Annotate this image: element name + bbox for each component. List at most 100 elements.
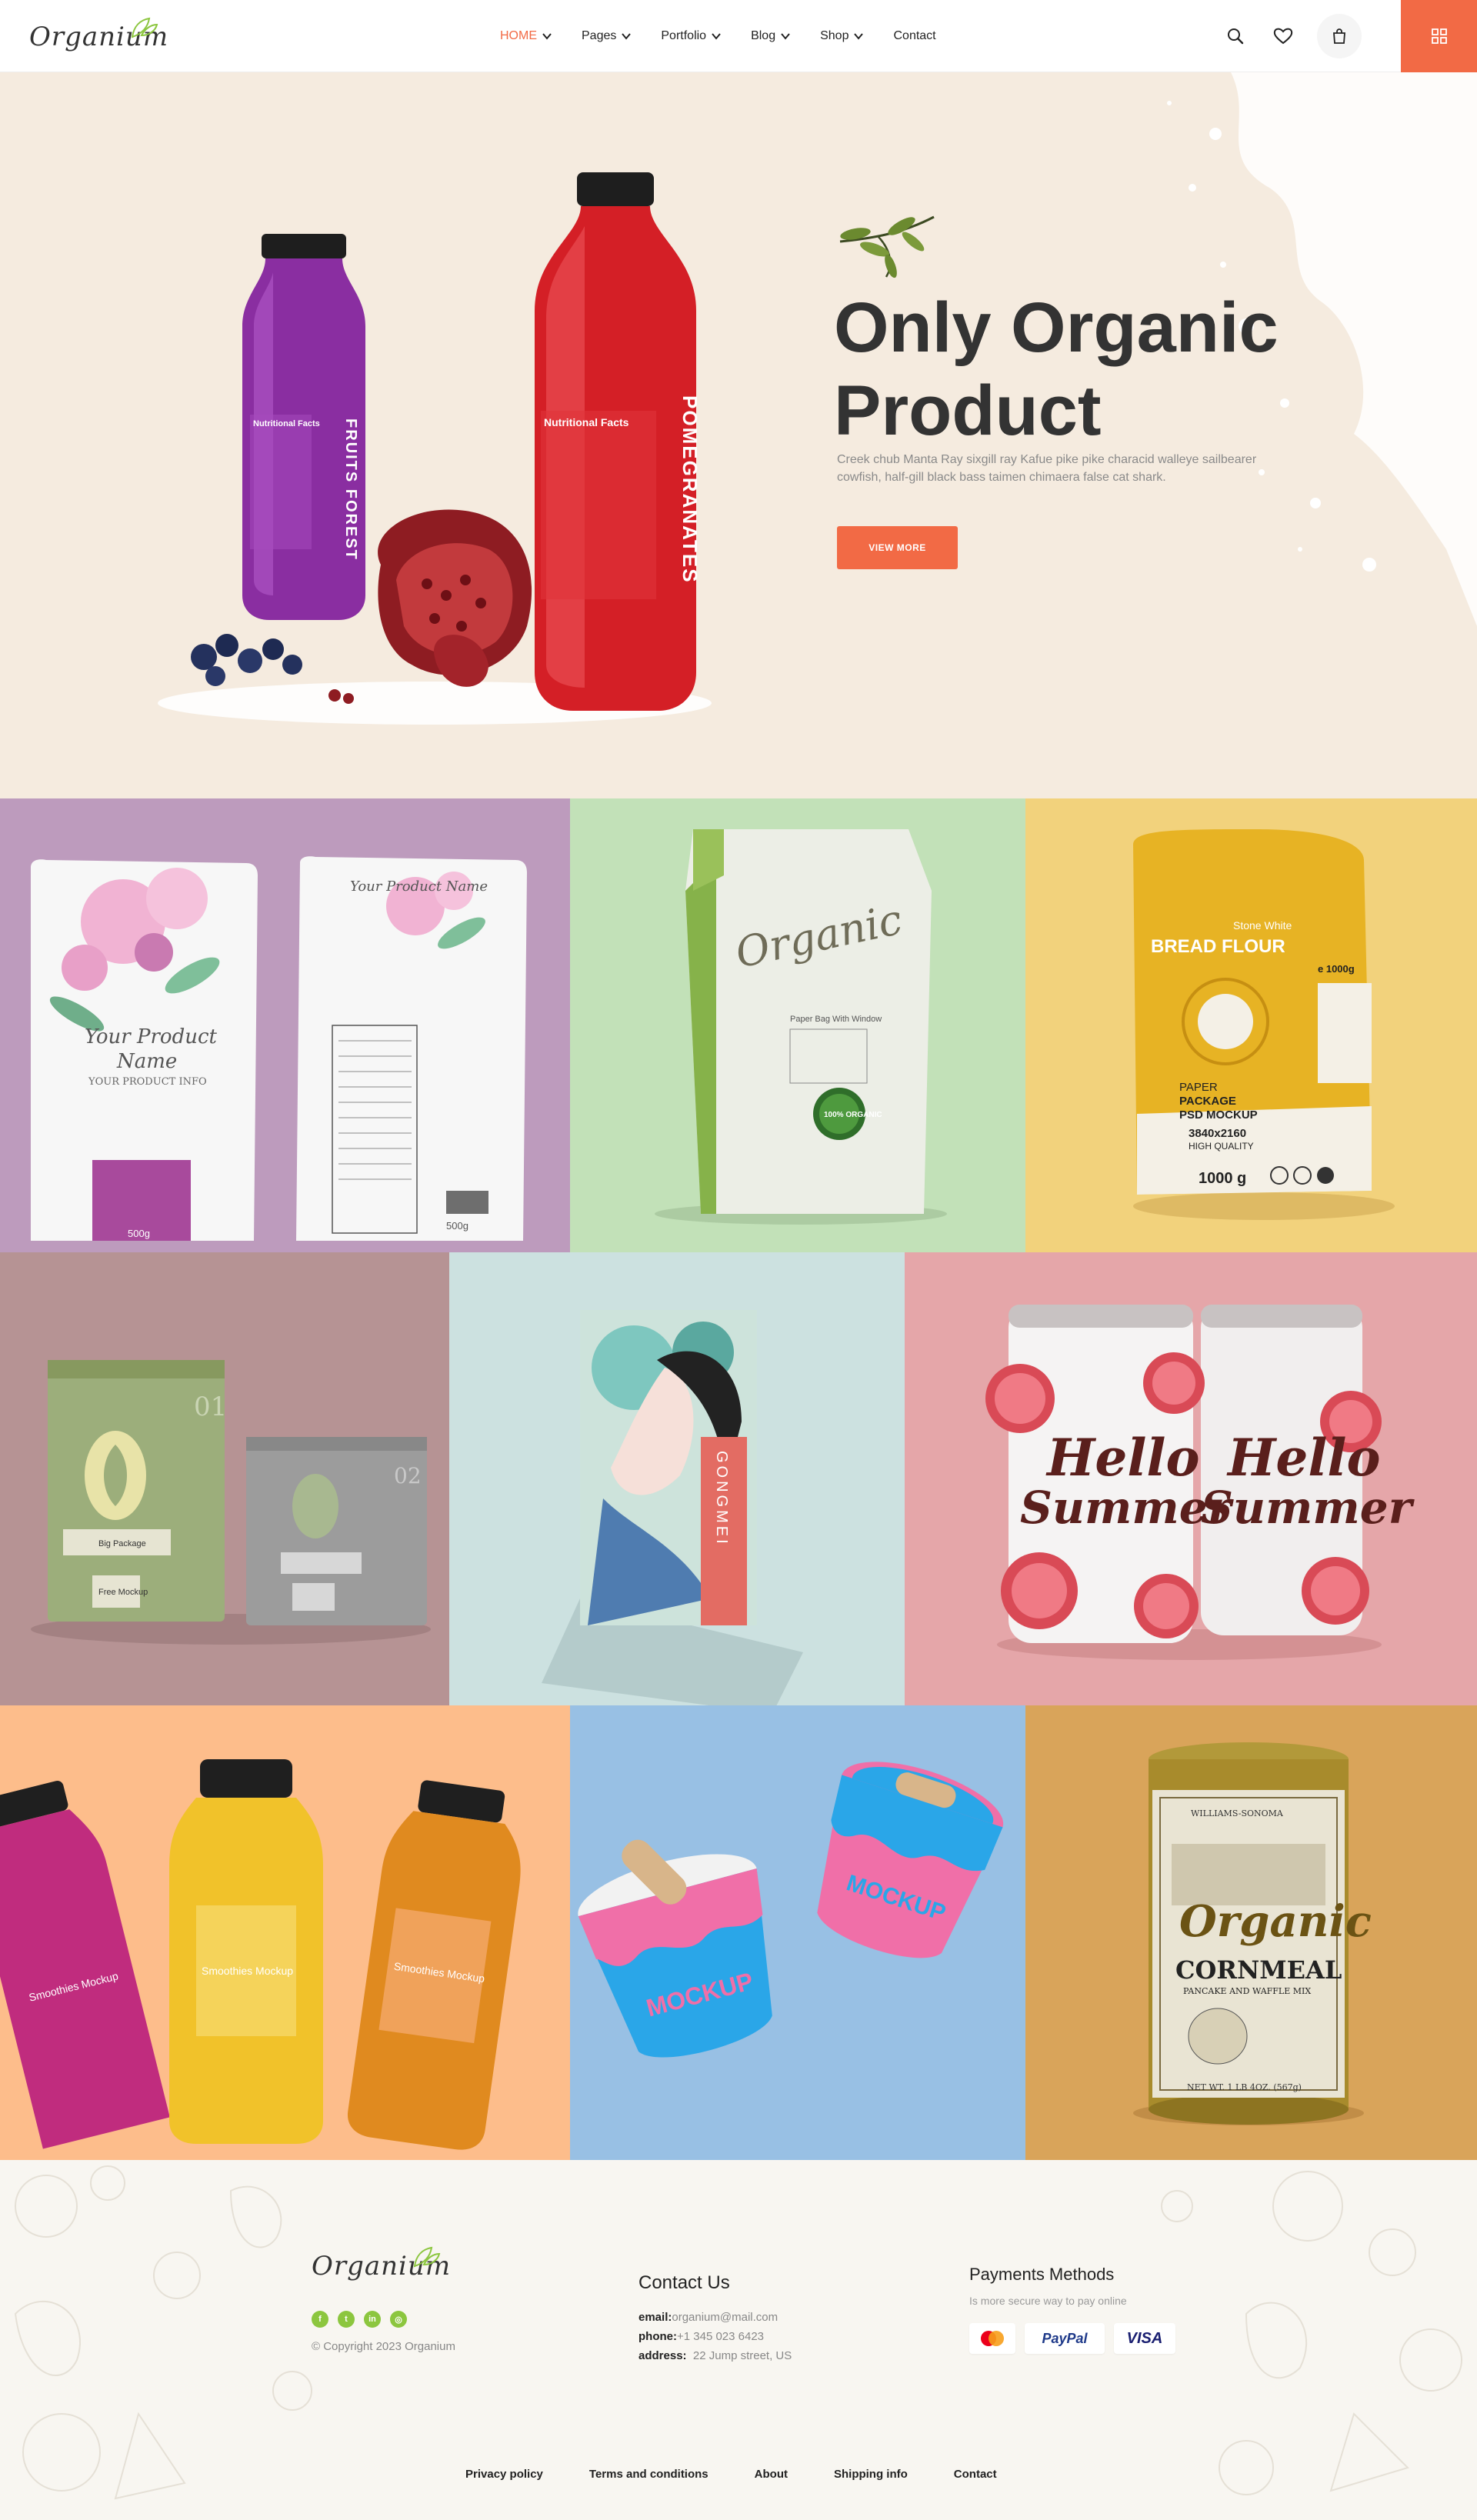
- gallery-tile-icecream[interactable]: MOCKUP MOCKUP: [570, 1705, 1025, 2160]
- contact-email-row: email:organium@mail.com: [638, 2311, 779, 2324]
- svg-text:1000 g: 1000 g: [1199, 1170, 1246, 1187]
- site-footer: Organium f t in ◎ © Copyright 2023 Organ…: [0, 2160, 1477, 2520]
- blueberries-illustration: [191, 634, 302, 686]
- contact-address: 22 Jump street, US: [692, 2349, 792, 2362]
- hello-summer-cans-image: Hello Summer Hello Summer: [985, 1305, 1415, 1660]
- gallery-tile-pouch[interactable]: Your Product Name YOUR PRODUCT INFO 500g…: [0, 798, 570, 1252]
- footer-link-terms[interactable]: Terms and conditions: [589, 2468, 708, 2481]
- instagram-icon[interactable]: ◎: [390, 2311, 407, 2328]
- bread-flour-mockup-image: Stone White BREAD FLOUR e 1000g PAPER PA…: [1133, 829, 1395, 1220]
- svg-text:Nutritional Facts: Nutritional Facts: [544, 416, 629, 428]
- visa-icon: VISA: [1114, 2323, 1175, 2354]
- chevron-down-icon: [622, 33, 632, 40]
- gallery-tile-cans[interactable]: Hello Summer Hello Summer: [905, 1252, 1477, 1705]
- site-header: Organium HOME Pages Portfolio Blog Shop …: [0, 0, 1477, 72]
- svg-text:POMEGRANATES: POMEGRANATES: [678, 395, 702, 584]
- hero-product-illustration: Nutritional Facts FRUITS FOREST Nutritio…: [158, 172, 712, 725]
- svg-text:CORNMEAL: CORNMEAL: [1175, 1955, 1342, 1985]
- svg-text:PAPER: PAPER: [1179, 1081, 1218, 1094]
- hero-section: Nutritional Facts FRUITS FOREST Nutritio…: [0, 72, 1477, 798]
- svg-text:500g: 500g: [128, 1228, 150, 1239]
- gongmei-box-mockup-image: GONGMEI: [542, 1310, 803, 1705]
- nav-item-home[interactable]: HOME: [500, 29, 552, 43]
- contact-email[interactable]: organium@mail.com: [672, 2311, 778, 2324]
- svg-text:3840x2160: 3840x2160: [1189, 1127, 1246, 1140]
- footer-logo[interactable]: Organium: [312, 2245, 458, 2288]
- svg-text:Summer: Summer: [1201, 1482, 1415, 1534]
- icecream-cups-image: MOCKUP MOCKUP: [578, 1762, 1004, 2058]
- svg-text:HIGH QUALITY: HIGH QUALITY: [1189, 1141, 1254, 1152]
- chevron-down-icon: [712, 33, 721, 40]
- nav-item-blog[interactable]: Blog: [751, 29, 791, 43]
- svg-text:Name: Name: [116, 1050, 177, 1073]
- svg-text:Stone White: Stone White: [1233, 919, 1292, 932]
- svg-text:YOUR PRODUCT INFO: YOUR PRODUCT INFO: [88, 1076, 207, 1088]
- chevron-down-icon: [542, 33, 552, 40]
- svg-text:GONGMEI: GONGMEI: [713, 1451, 730, 1547]
- footer-link-shipping[interactable]: Shipping info: [834, 2468, 908, 2481]
- mastercard-icon: [969, 2323, 1015, 2354]
- contact-phone[interactable]: +1 345 023 6423: [677, 2330, 764, 2343]
- header-actions: [1222, 0, 1362, 72]
- copyright-text: © Copyright 2023 Organium: [312, 2340, 455, 2353]
- twitter-icon[interactable]: t: [338, 2311, 355, 2328]
- facebook-icon[interactable]: f: [312, 2311, 328, 2328]
- footer-links: Privacy policy Terms and conditions Abou…: [465, 2468, 997, 2481]
- hero-title-line1: Only Organic: [834, 288, 1279, 367]
- gallery-tile-bread-flour[interactable]: Stone White BREAD FLOUR e 1000g PAPER PA…: [1025, 798, 1477, 1252]
- hero-title-line2: Product: [834, 372, 1102, 450]
- svg-text:Paper Bag With Window: Paper Bag With Window: [790, 1015, 882, 1024]
- footer-link-privacy[interactable]: Privacy policy: [465, 2468, 543, 2481]
- grid-menu-button[interactable]: [1401, 0, 1477, 72]
- payments-heading: Payments Methods: [969, 2265, 1115, 2284]
- nav-item-contact[interactable]: Contact: [893, 29, 935, 43]
- paper-bag-mockup-image: Organic Paper Bag With Window 100% ORGAN…: [655, 829, 947, 1225]
- chevron-down-icon: [781, 33, 790, 40]
- gallery-tile-box[interactable]: GONGMEI: [449, 1252, 905, 1705]
- contact-phone-row: phone:+1 345 023 6423: [638, 2330, 765, 2343]
- leaf-icon: [131, 17, 158, 38]
- nav-item-shop[interactable]: Shop: [820, 29, 864, 43]
- smoothie-bottles-image: Smoothies Mockup Smoothies Mockup Smooth…: [0, 1759, 521, 2150]
- svg-text:e 1000g: e 1000g: [1318, 963, 1355, 975]
- cornmeal-tin-image: WILLIAMS-SONOMA Organic CORNMEAL PANCAKE…: [1133, 1742, 1372, 2125]
- gallery-tile-cornmeal[interactable]: WILLIAMS-SONOMA Organic CORNMEAL PANCAKE…: [1025, 1705, 1477, 2160]
- footer-link-about[interactable]: About: [755, 2468, 788, 2481]
- svg-text:100% ORGANIC: 100% ORGANIC: [824, 1111, 882, 1119]
- nav-item-portfolio[interactable]: Portfolio: [661, 29, 722, 43]
- view-more-button[interactable]: VIEW MORE: [837, 526, 958, 569]
- pouch-mockup-image: Your Product Name YOUR PRODUCT INFO 500g…: [31, 856, 527, 1241]
- svg-text:Smoothies Mockup: Smoothies Mockup: [202, 1965, 293, 1977]
- chevron-down-icon: [854, 33, 864, 40]
- cart-button[interactable]: [1317, 14, 1362, 58]
- svg-text:FRUITS FOREST: FRUITS FOREST: [342, 418, 359, 561]
- nav-item-pages[interactable]: Pages: [582, 29, 632, 43]
- contact-heading: Contact Us: [638, 2272, 730, 2293]
- payment-cards: PayPal VISA: [969, 2323, 1175, 2354]
- linkedin-icon[interactable]: in: [364, 2311, 381, 2328]
- svg-text:PACKAGE: PACKAGE: [1179, 1095, 1236, 1108]
- purple-juice-bottle: Nutritional Facts FRUITS FOREST: [242, 234, 365, 620]
- svg-text:Your Product: Your Product: [85, 1025, 218, 1048]
- contact-address-row: address: 22 Jump street, US: [638, 2349, 792, 2362]
- svg-text:01: 01: [194, 1392, 227, 1422]
- footer-link-contact[interactable]: Contact: [954, 2468, 997, 2481]
- svg-text:Organic: Organic: [1179, 1896, 1372, 1947]
- red-juice-bottle: Nutritional Facts POMEGRANATES: [535, 172, 702, 711]
- heart-icon[interactable]: [1269, 22, 1297, 50]
- svg-text:Hello: Hello: [1226, 1428, 1381, 1488]
- grid-menu-icon: [1431, 28, 1447, 44]
- brand-logo[interactable]: Organium: [29, 15, 175, 58]
- search-icon[interactable]: [1222, 22, 1249, 50]
- svg-text:PANCAKE AND WAFFLE MIX: PANCAKE AND WAFFLE MIX: [1183, 1986, 1311, 1996]
- gallery-tile-smoothies[interactable]: Smoothies Mockup Smoothies Mockup Smooth…: [0, 1705, 570, 2160]
- svg-text:Your Product Name: Your Product Name: [350, 878, 488, 895]
- paypal-icon: PayPal: [1025, 2323, 1105, 2354]
- gallery-tile-tins[interactable]: 01 Big Package Free Mockup 02: [0, 1252, 449, 1705]
- tea-tins-mockup-image: 01 Big Package Free Mockup 02: [31, 1360, 431, 1645]
- svg-text:PSD MOCKUP: PSD MOCKUP: [1179, 1108, 1258, 1122]
- svg-text:Big Package: Big Package: [98, 1539, 146, 1548]
- gallery-tile-paper-bag[interactable]: Organic Paper Bag With Window 100% ORGAN…: [570, 798, 1025, 1252]
- leaf-icon: [413, 2246, 441, 2268]
- svg-text:WILLIAMS-SONOMA: WILLIAMS-SONOMA: [1191, 1808, 1284, 1818]
